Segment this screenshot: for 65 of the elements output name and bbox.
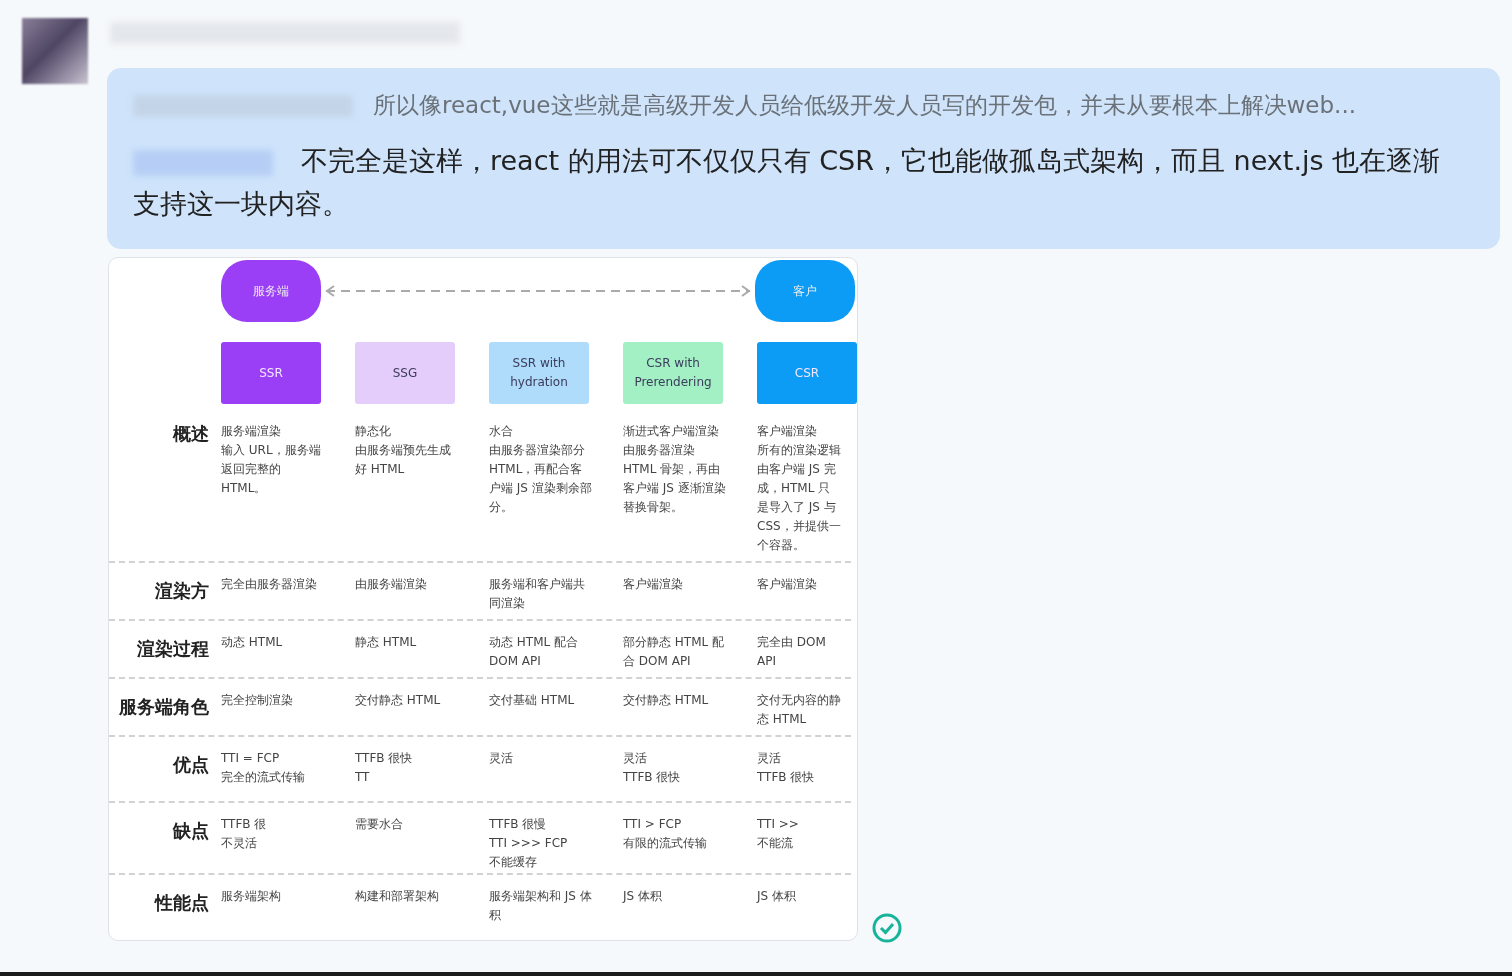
cell-text: 静态 HTML (355, 634, 417, 651)
cell-text: 不能流 (757, 835, 793, 852)
message-text: 不完全是这样，react 的用法可不仅仅只有 CSR，它也能做孤岛式架构，而且 next.js 也在逐渐支持这一块内容。 (133, 144, 1442, 221)
quoted-message: 所以像react,vue这些就是高级开发人员给低级开发人员写的开发包，并未从要根本上解决web... (373, 91, 1356, 120)
cell-text: 部分静态 HTML 配合 DOM API (623, 634, 726, 670)
cell-text: 由服务器渲染 HTML 骨架，再由客户端 JS 逐渐渲染替换骨架。 (623, 442, 727, 516)
cell-text: 所有的渲染逻辑由客户端 JS 完成，HTML 只是导入了 JS 与 CSS，并提供一个容器。 (757, 442, 841, 554)
row-label: 优点 (171, 753, 210, 777)
cell-text: TTI = FCP (221, 750, 280, 767)
cell-text: 灵活 (489, 750, 513, 767)
cell-text: 客户端渲染 (757, 423, 817, 440)
role-pill: 客户 (755, 260, 855, 322)
cell-text: 不灵活 (221, 835, 257, 852)
cell-text: 需要水合 (355, 816, 403, 833)
cell-text: 渐进式客户端渲染 (623, 423, 719, 440)
cell-text: 由服务端渲染 (355, 576, 427, 593)
cell-text: 服务端和客户端共同渲染 (489, 576, 586, 612)
cell-text: 交付静态 HTML (623, 692, 709, 709)
cell-text: 灵活 (623, 750, 647, 767)
cell-text: 动态 HTML 配合 DOM API (489, 634, 580, 670)
cell-text: 不能缓存 (489, 854, 537, 871)
cell-text: TTI >> (757, 816, 799, 833)
cell-text: TTFB 很慢 (489, 816, 547, 833)
cell-text: 灵活 (757, 750, 781, 767)
cell-text: JS 体积 (757, 888, 796, 905)
cell-text: TTFB 很快 (757, 769, 815, 786)
column-header: CSR with Prerendering (623, 342, 723, 404)
cell-text: 构建和部署架构 (355, 888, 439, 905)
cell-text: 完全由服务器渲染 (221, 576, 317, 593)
column-header: SSG (355, 342, 455, 404)
cell-text: TT (355, 769, 370, 786)
cell-text: TTI > FCP (623, 816, 682, 833)
row-label: 缺点 (172, 819, 210, 843)
cell-text: 交付静态 HTML (355, 692, 441, 709)
cell-text: 输入 URL，服务端返回完整的 HTML。 (221, 442, 322, 497)
cell-text: 由服务端预先生成好 HTML (355, 442, 452, 478)
row-label: 渲染过程 (136, 637, 210, 661)
cell-text: TTFB 很快 (355, 750, 413, 767)
cell-text: TTFB 很快 (623, 769, 681, 786)
cell-text: 有限的流式传输 (623, 835, 707, 852)
column-header: CSR (757, 342, 857, 404)
cell-text: 服务端渲染 (221, 423, 281, 440)
cell-text: 静态化 (355, 423, 391, 440)
role-pill: 服务端 (221, 260, 321, 322)
row-label: 概述 (171, 422, 210, 446)
row-label: 服务端角色 (118, 695, 210, 719)
cell-text: 水合 (489, 423, 513, 440)
cell-text: 服务端架构 (221, 888, 281, 905)
cell-text: TTI >>> FCP (489, 835, 568, 852)
cell-text: 交付无内容的静态 HTML (757, 692, 841, 728)
cell-text: TTFB 很 (221, 816, 267, 833)
column-header: SSR with hydration (489, 342, 589, 404)
cell-text: JS 体积 (623, 888, 662, 905)
cell-text: 完全由 DOM API (757, 634, 827, 670)
cell-text: 动态 HTML (221, 634, 283, 651)
cell-text: 交付基础 HTML (489, 692, 575, 709)
column-header: SSR (221, 342, 321, 404)
cell-text: 由服务器渲染部分 HTML，再配合客户端 JS 渲染剩余部分。 (489, 442, 593, 516)
cell-text: 客户端渲染 (757, 576, 817, 593)
cell-text: 完全的流式传输 (221, 769, 305, 786)
row-label: 性能点 (153, 891, 210, 915)
cell-text: 完全控制渲染 (221, 692, 293, 709)
cell-text: 客户端渲染 (623, 576, 683, 593)
row-label: 渲染方 (154, 579, 210, 603)
cell-text: 服务端架构和 JS 体积 (489, 888, 593, 924)
